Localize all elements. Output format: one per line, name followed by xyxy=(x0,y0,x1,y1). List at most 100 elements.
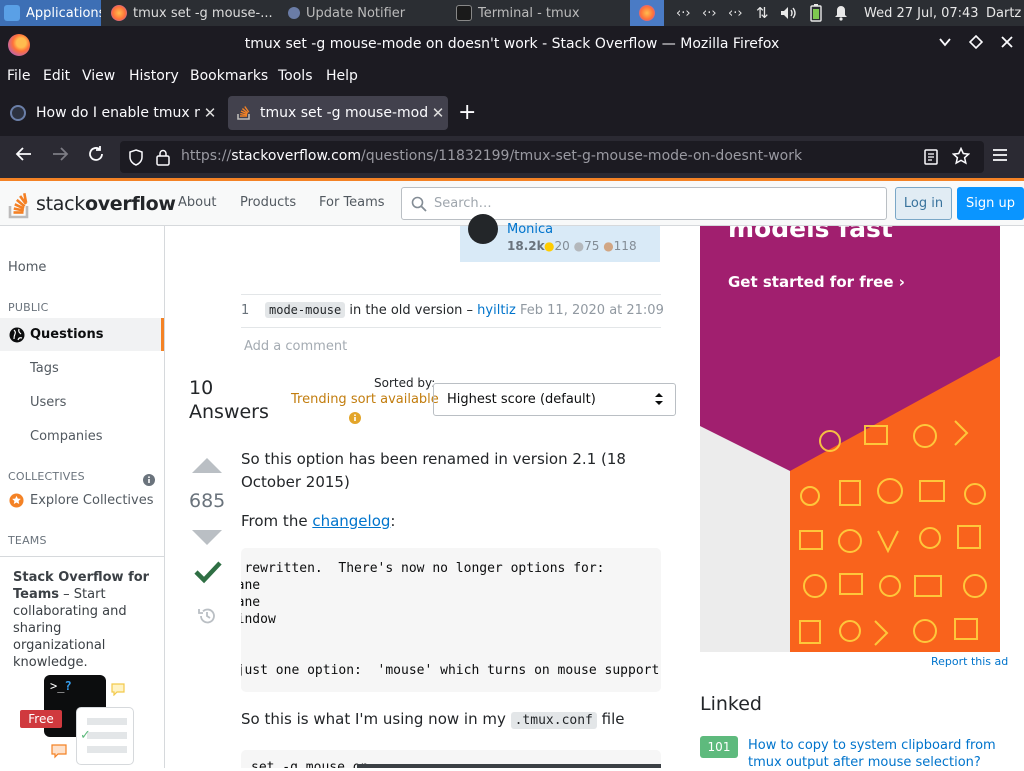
downvote-arrow-icon[interactable] xyxy=(190,529,224,551)
answer-body: So this option has been renamed in versi… xyxy=(241,448,661,533)
nav-products[interactable]: Products xyxy=(240,195,296,210)
sidebar-item-tags[interactable]: Tags xyxy=(30,361,59,376)
upvote-arrow-icon[interactable] xyxy=(190,456,224,478)
sidebar-item-home[interactable]: Home xyxy=(8,260,46,275)
search-icon xyxy=(411,196,427,216)
close-tab-icon[interactable]: ✕ xyxy=(200,104,220,122)
sidebar-heading-teams: TEAMS xyxy=(8,534,47,547)
accepted-checkmark-icon xyxy=(194,560,222,588)
badge-counts: ●20 ●75 ●118 xyxy=(544,239,637,253)
code-line: -pane xyxy=(241,578,261,593)
navigation-toolbar: https://stackoverflow.com/questions/1183… xyxy=(0,136,1024,178)
menu-history[interactable]: History xyxy=(129,68,179,84)
close-window-icon[interactable] xyxy=(997,34,1017,54)
forward-arrow-icon[interactable] xyxy=(48,145,72,169)
reload-icon[interactable] xyxy=(84,145,108,169)
logo-word-light: stack xyxy=(36,193,85,215)
comment-code: mode-mouse xyxy=(265,302,346,318)
address-bar[interactable]: https://stackoverflow.com/questions/1183… xyxy=(120,141,984,173)
close-tab-icon[interactable]: ✕ xyxy=(428,104,448,122)
code-block[interactable]: set -g mouse on xyxy=(241,750,661,768)
back-arrow-icon[interactable] xyxy=(12,145,36,169)
taskbar-item-firefox[interactable]: tmux set -g mouse-... xyxy=(107,0,279,26)
tab-how-do-i-enable[interactable]: How do I enable tmux mouse ✕ xyxy=(4,96,220,130)
para3-after: file xyxy=(596,710,625,728)
network-icon[interactable]: ‹·› xyxy=(728,0,743,26)
info-icon[interactable] xyxy=(349,409,361,428)
sorted-by-label: Sorted by: xyxy=(374,376,436,390)
reader-view-icon[interactable] xyxy=(924,149,938,169)
history-clock-icon[interactable] xyxy=(197,606,217,630)
stackoverflow-favicon-icon xyxy=(236,105,252,121)
taskbar-item-label: tmux set -g mouse-... xyxy=(133,5,273,21)
answer-paragraph: From the changelog: xyxy=(241,510,661,533)
network-icon[interactable]: ‹·› xyxy=(702,0,717,26)
horizontal-scrollbar[interactable] xyxy=(357,764,661,768)
url-host: stackoverflow.com xyxy=(231,148,361,164)
add-comment-link[interactable]: Add a comment xyxy=(244,339,347,354)
tab-tmux-set-g[interactable]: tmux set -g mouse-mode on ✕ xyxy=(228,96,448,130)
gear-icon xyxy=(288,7,300,19)
code-line: set -g mouse on xyxy=(251,760,369,768)
comment-author-link[interactable]: hyiltiz xyxy=(477,303,516,318)
terminal-icon xyxy=(456,5,472,21)
sidebar-item-questions[interactable]: Questions xyxy=(0,318,164,351)
sidebar-item-companies[interactable]: Companies xyxy=(30,429,103,444)
trending-sort-link[interactable]: Trending sort available xyxy=(291,392,439,407)
chat-bubble-icon xyxy=(110,681,126,700)
url-text[interactable]: https://stackoverflow.com/questions/1183… xyxy=(181,148,802,164)
comment-score: 1 xyxy=(241,303,250,318)
sidebar-item-users[interactable]: Users xyxy=(30,395,66,410)
stackoverflow-logo[interactable]: stackoverflow xyxy=(8,188,176,220)
menu-help[interactable]: Help xyxy=(326,68,358,84)
tab-strip: How do I enable tmux mouse ✕ tmux set -g… xyxy=(0,90,1024,136)
applications-menu-button[interactable]: Applications xyxy=(0,0,101,26)
code-line: -window xyxy=(241,612,276,627)
taskbar-item-terminal[interactable]: Terminal - tmux xyxy=(452,0,622,26)
signup-button[interactable]: Sign up xyxy=(957,187,1024,220)
shield-icon[interactable] xyxy=(128,149,144,170)
changelog-link[interactable]: changelog xyxy=(312,512,390,530)
notification-bell-icon[interactable] xyxy=(834,0,848,26)
menu-tools[interactable]: Tools xyxy=(278,68,313,84)
taskbar-item-update-notifier[interactable]: Update Notifier xyxy=(284,0,444,26)
code-line: -pane xyxy=(241,595,261,610)
sidebar-item-explore-collectives[interactable]: Explore Collectives xyxy=(30,493,154,508)
user-name[interactable]: Dartz xyxy=(986,0,1021,26)
code-line: just one option: 'mouse' which turns on … xyxy=(241,663,660,678)
menu-edit[interactable]: Edit xyxy=(43,68,70,84)
volume-icon[interactable] xyxy=(780,0,796,26)
main-content: Monica 18.2k ●20 ●75 ●118 1 mode-mouse i… xyxy=(165,214,685,768)
nav-about[interactable]: About xyxy=(178,195,216,210)
silver-badge-icon: ● xyxy=(573,239,585,253)
site-search-input[interactable]: Search… xyxy=(401,187,887,220)
maximize-diamond-icon[interactable] xyxy=(966,34,986,54)
firefox-launcher[interactable] xyxy=(630,0,664,26)
linked-question-link[interactable]: How to copy to system clipboard from tmu… xyxy=(748,737,1018,771)
code-block[interactable]: en rewritten. There's now no longer opti… xyxy=(241,548,661,692)
advertisement[interactable]: models fast Get started for free › xyxy=(700,226,1000,652)
menu-view[interactable]: View xyxy=(82,68,115,84)
menu-file[interactable]: File xyxy=(7,68,30,84)
nav-for-teams[interactable]: For Teams xyxy=(319,195,385,210)
hamburger-menu-icon[interactable] xyxy=(988,145,1012,169)
search-placeholder: Search… xyxy=(434,196,492,211)
info-icon[interactable] xyxy=(143,471,155,490)
clock[interactable]: Wed 27 Jul, 07:43 xyxy=(864,0,979,26)
login-button[interactable]: Log in xyxy=(895,187,952,220)
new-tab-button[interactable]: + xyxy=(458,100,476,125)
network-icon[interactable]: ‹·› xyxy=(676,0,691,26)
user-name-link[interactable]: Monica xyxy=(507,222,553,237)
transfer-arrows-icon[interactable]: ⇅ xyxy=(756,0,769,26)
answer-score: 685 xyxy=(189,490,226,512)
padlock-icon[interactable] xyxy=(156,149,170,170)
menu-bookmarks[interactable]: Bookmarks xyxy=(190,68,268,84)
bookmark-star-icon[interactable] xyxy=(951,146,971,169)
battery-icon[interactable] xyxy=(810,0,822,26)
linked-heading: Linked xyxy=(700,693,762,715)
minimize-chevron-icon[interactable] xyxy=(935,34,955,54)
report-ad-link[interactable]: Report this ad xyxy=(931,655,1008,668)
avatar[interactable] xyxy=(468,214,498,244)
sort-order-select[interactable]: Highest score (default) xyxy=(433,383,676,416)
answer-paragraph: So this is what I'm using now in my .tmu… xyxy=(241,710,625,729)
